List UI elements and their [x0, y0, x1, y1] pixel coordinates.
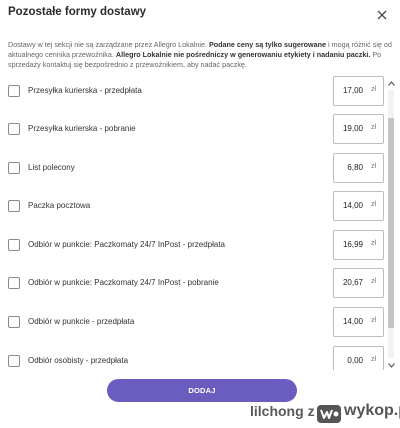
delivery-option-checkbox[interactable] — [8, 239, 20, 251]
watermark-user: lilchong z — [250, 403, 315, 419]
watermark-site: wykop.pl — [344, 402, 400, 419]
delivery-option-row: Paczka pocztowa 14,00 zł — [0, 191, 386, 227]
delivery-option-label[interactable]: Przesyłka kurierska - pobranie — [28, 123, 136, 135]
delivery-option-checkbox[interactable] — [8, 123, 20, 135]
scrollbar[interactable] — [386, 78, 396, 370]
delivery-option-label[interactable]: List polecony — [28, 162, 75, 174]
delivery-option-label[interactable]: Odbiór w punkcie: Paczkomaty 24/7 InPost… — [28, 239, 225, 251]
wykop-logo-icon — [317, 405, 341, 423]
delivery-option-label[interactable]: Paczka pocztowa — [28, 200, 90, 212]
dialog-description: Dostawy w tej sekcji nie są zarządzane p… — [8, 40, 392, 70]
description-part: Podane ceny są tylko sugerowane — [208, 40, 326, 49]
price-input[interactable]: 17,00 zł — [333, 76, 384, 106]
delivery-option-row: Odbiór w punkcie: Paczkomaty 24/7 InPost… — [0, 268, 386, 304]
delivery-option-label[interactable]: Przesyłka kurierska - przedpłata — [28, 85, 142, 97]
scroll-down-button[interactable] — [386, 360, 396, 370]
price-value: 14,00 — [342, 201, 363, 210]
delivery-option-checkbox[interactable] — [8, 316, 20, 328]
scroll-thumb[interactable] — [388, 118, 394, 328]
price-value: 17,00 — [342, 86, 363, 95]
close-button[interactable] — [372, 5, 392, 25]
delivery-options-list: Przesyłka kurierska - przedpłata 17,00 zł P… — [0, 76, 400, 370]
price-input[interactable]: 6,80 zł — [333, 153, 384, 183]
price-input[interactable]: 0,00 zł — [333, 346, 384, 370]
price-value: 0,00 — [347, 356, 363, 365]
price-currency: zł — [370, 317, 376, 324]
delivery-option-row: Odbiór w punkcie: Paczkomaty 24/7 InPost… — [0, 230, 386, 266]
delivery-dialog: Pozostałe formy dostawy Dostawy w tej se… — [0, 0, 400, 410]
price-value: 16,99 — [342, 240, 363, 249]
chevron-down-icon — [387, 362, 395, 368]
description-part: Dostawy w tej sekcji nie są zarządzane p… — [8, 40, 209, 49]
chevron-up-icon — [387, 80, 395, 86]
delivery-option-row: Przesyłka kurierska - przedpłata 17,00 zł — [0, 76, 386, 112]
close-icon — [377, 10, 387, 20]
description-part: Allegro Lokalnie nie pośredniczy w gener… — [115, 50, 371, 59]
price-currency: zł — [370, 240, 376, 247]
price-value: 20,67 — [342, 278, 363, 287]
delivery-option-label[interactable]: Odbiór w punkcie - przedpłata — [28, 316, 134, 328]
delivery-option-label[interactable]: Odbiór w punkcie: Paczkomaty 24/7 InPost… — [28, 277, 219, 289]
delivery-option-row: List polecony 6,80 zł — [0, 153, 386, 189]
price-currency: zł — [370, 86, 376, 93]
price-input[interactable]: 19,00 zł — [333, 114, 384, 144]
price-currency: zł — [370, 124, 376, 131]
price-currency: zł — [370, 356, 376, 363]
delivery-option-row: Przesyłka kurierska - pobranie 19,00 zł — [0, 114, 386, 150]
price-input[interactable]: 14,00 zł — [333, 307, 384, 337]
delivery-option-checkbox[interactable] — [8, 355, 20, 367]
price-input[interactable]: 14,00 zł — [333, 191, 384, 221]
price-value: 19,00 — [342, 124, 363, 133]
price-input[interactable]: 20,67 zł — [333, 268, 384, 298]
price-input[interactable]: 16,99 zł — [333, 230, 384, 260]
delivery-option-checkbox[interactable] — [8, 162, 20, 174]
scroll-up-button[interactable] — [386, 78, 396, 88]
price-currency: zł — [370, 201, 376, 208]
delivery-option-row: Odbiór osobisty - przedpłata 0,00 zł — [0, 346, 386, 370]
price-value: 14,00 — [342, 317, 363, 326]
delivery-option-row: Odbiór w punkcie - przedpłata 14,00 zł — [0, 307, 386, 343]
dialog-header: Pozostałe formy dostawy — [8, 5, 392, 25]
delivery-option-checkbox[interactable] — [8, 85, 20, 97]
price-currency: zł — [370, 163, 376, 170]
delivery-option-checkbox[interactable] — [8, 200, 20, 212]
add-button[interactable]: DODAJ — [107, 379, 297, 402]
dialog-title: Pozostałe formy dostawy — [8, 6, 147, 18]
delivery-option-label[interactable]: Odbiór osobisty - przedpłata — [28, 355, 128, 367]
price-currency: zł — [370, 278, 376, 285]
delivery-option-checkbox[interactable] — [8, 277, 20, 289]
price-value: 6,80 — [347, 163, 363, 172]
